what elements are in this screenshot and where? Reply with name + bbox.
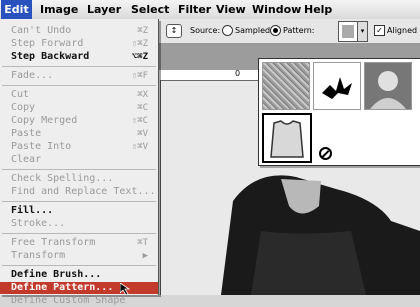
aligned-checkbox[interactable]: ✓ <box>374 25 385 36</box>
ruler-zero: 0 <box>235 69 241 78</box>
menu-help[interactable]: Help <box>304 0 332 19</box>
pattern-dropdown-chevron-icon[interactable]: ▾ <box>357 21 368 42</box>
mode-stepper[interactable]: ↕ <box>166 24 182 38</box>
menu-separator <box>2 265 156 266</box>
menu-filter[interactable]: Filter <box>178 0 211 19</box>
pattern-picker-panel <box>258 58 420 166</box>
menu-select[interactable]: Select <box>131 0 169 19</box>
menu-layer[interactable]: Layer <box>87 0 121 19</box>
menu-item-cut: Cut ⌘X <box>11 89 148 100</box>
pattern-label: Pattern: <box>283 26 315 35</box>
shirt-pattern-icon[interactable] <box>262 113 312 163</box>
portrait-pattern-icon[interactable] <box>364 62 412 110</box>
menu-item-paste-into: Paste Into ⇧⌘V <box>11 141 148 152</box>
sampled-label: Sampled <box>235 26 271 35</box>
menu-item-copy: Copy ⌘C <box>11 102 148 113</box>
menu-item-clear: Clear <box>11 154 42 165</box>
menu-item-transform: Transform ▶ <box>11 250 148 261</box>
radio-dot-icon <box>273 28 278 33</box>
mouse-cursor-icon <box>120 283 130 295</box>
menu-window[interactable]: Window <box>252 0 301 19</box>
menu-separator <box>2 169 156 170</box>
menu-item-fill[interactable]: Fill... <box>0 205 158 217</box>
menu-view[interactable]: View <box>216 0 246 19</box>
menu-item-cant-undo: Can't Undo ⌘Z <box>11 25 148 36</box>
menu-edit[interactable]: Edit <box>1 0 32 19</box>
menu-item-find-replace: Find and Replace Text... <box>11 186 156 197</box>
menu-item-copy-merged: Copy Merged ⇧⌘C <box>11 115 148 126</box>
menu-item-define-pattern[interactable]: Define Pattern... <box>0 282 158 294</box>
submenu-arrow-icon: ▶ <box>142 251 148 261</box>
menu-item-step-forward: Step Forward ⇧⌘Z <box>11 38 148 49</box>
source-label: Source: <box>190 26 221 35</box>
menu-item-stroke: Stroke... <box>11 218 66 229</box>
menu-separator <box>2 201 156 202</box>
menu-bar: Edit Image Layer Select Filter View Wind… <box>0 0 420 20</box>
menu-item-check-spelling: Check Spelling... <box>11 173 114 184</box>
menu-item-paste: Paste ⌘V <box>11 128 148 139</box>
pattern-radio[interactable] <box>270 25 281 36</box>
noise-texture-pattern-icon[interactable] <box>262 62 310 110</box>
menu-separator <box>2 233 156 234</box>
menu-item-define-custom-shape: Define Custom Shape <box>11 295 126 306</box>
menu-separator <box>2 85 156 86</box>
menu-item-define-brush[interactable]: Define Brush... <box>0 269 158 281</box>
aligned-label: Aligned <box>387 26 418 35</box>
edit-menu: Can't Undo ⌘Z Step Forward ⇧⌘Z Step Backwa… <box>0 19 159 306</box>
menu-item-free-transform: Free Transform ⌘T <box>11 237 148 248</box>
no-symbol-icon <box>319 147 332 160</box>
sampled-radio[interactable] <box>222 25 233 36</box>
ink-splat-pattern-icon[interactable] <box>313 62 361 110</box>
menu-image[interactable]: Image <box>40 0 78 19</box>
menu-item-step-backward[interactable]: Step Backward ⌥⌘Z <box>0 51 158 63</box>
pattern-swatch-button[interactable] <box>338 21 358 42</box>
shirt-thumb-icon <box>342 25 354 38</box>
menu-separator <box>2 66 156 67</box>
menu-item-fade: Fade... ⇧⌘F <box>11 70 148 81</box>
